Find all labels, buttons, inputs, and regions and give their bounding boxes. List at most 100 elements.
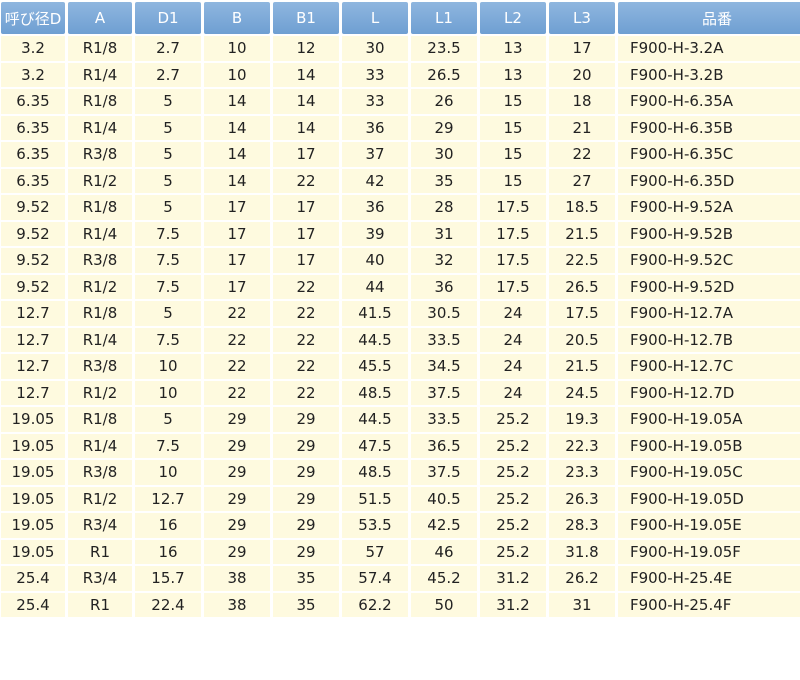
- cell-b: 14: [204, 89, 270, 114]
- cell-l: 44.5: [342, 407, 408, 432]
- cell-nominal-d: 12.7: [1, 327, 65, 352]
- cell-l1: 32: [411, 248, 477, 273]
- cell-nominal-d: 6.35: [1, 168, 65, 193]
- cell-l: 33: [342, 89, 408, 114]
- cell-b: 10: [204, 62, 270, 87]
- cell-a: R1/8: [68, 301, 132, 326]
- cell-l2: 13: [480, 36, 546, 61]
- spec-table: 呼び径D A D1 B B1 L L1 L2 L3 品番 3.2 R1/8 2.7 10 12 30 23.5…: [0, 0, 800, 619]
- cell-part-number: F900-H-25.4E: [618, 566, 800, 591]
- cell-b: 22: [204, 327, 270, 352]
- cell-l1: 30.5: [411, 301, 477, 326]
- header-l: L: [342, 2, 408, 34]
- cell-l2: 17.5: [480, 248, 546, 273]
- cell-l3: 27: [549, 168, 615, 193]
- cell-l: 57.4: [342, 566, 408, 591]
- table-row: 6.35 R1/4 5 14 14 36 29 15 21 F900-H-6.35B: [1, 115, 800, 140]
- cell-nominal-d: 6.35: [1, 89, 65, 114]
- cell-l2: 17.5: [480, 274, 546, 299]
- cell-l1: 45.2: [411, 566, 477, 591]
- cell-l2: 17.5: [480, 221, 546, 246]
- cell-b: 17: [204, 195, 270, 220]
- header-a: A: [68, 2, 132, 34]
- cell-b: 17: [204, 248, 270, 273]
- cell-d1: 5: [135, 89, 201, 114]
- cell-part-number: F900-H-19.05F: [618, 539, 800, 564]
- cell-b1: 17: [273, 142, 339, 167]
- cell-d1: 7.5: [135, 248, 201, 273]
- cell-b: 14: [204, 168, 270, 193]
- cell-a: R1/2: [68, 168, 132, 193]
- cell-nominal-d: 12.7: [1, 301, 65, 326]
- cell-d1: 5: [135, 195, 201, 220]
- cell-part-number: F900-H-25.4F: [618, 592, 800, 617]
- cell-b: 22: [204, 380, 270, 405]
- cell-b1: 14: [273, 115, 339, 140]
- cell-nominal-d: 25.4: [1, 566, 65, 591]
- cell-part-number: F900-H-19.05E: [618, 513, 800, 538]
- cell-l1: 26.5: [411, 62, 477, 87]
- cell-a: R1/2: [68, 274, 132, 299]
- cell-l2: 25.2: [480, 407, 546, 432]
- cell-l2: 15: [480, 89, 546, 114]
- cell-l: 41.5: [342, 301, 408, 326]
- cell-b: 29: [204, 460, 270, 485]
- header-nominal-d: 呼び径D: [1, 2, 65, 34]
- cell-b1: 35: [273, 592, 339, 617]
- cell-a: R1/4: [68, 115, 132, 140]
- cell-l1: 23.5: [411, 36, 477, 61]
- cell-a: R3/4: [68, 513, 132, 538]
- cell-b: 29: [204, 486, 270, 511]
- cell-d1: 12.7: [135, 486, 201, 511]
- cell-l1: 46: [411, 539, 477, 564]
- cell-part-number: F900-H-12.7C: [618, 354, 800, 379]
- cell-nominal-d: 19.05: [1, 433, 65, 458]
- cell-l3: 24.5: [549, 380, 615, 405]
- table-row: 12.7 R1/4 7.5 22 22 44.5 33.5 24 20.5 F900-H-12.7…: [1, 327, 800, 352]
- cell-l3: 22: [549, 142, 615, 167]
- cell-b1: 29: [273, 433, 339, 458]
- header-b: B: [204, 2, 270, 34]
- table-row: 3.2 R1/8 2.7 10 12 30 23.5 13 17 F900-H-3.2A: [1, 36, 800, 61]
- cell-l1: 37.5: [411, 460, 477, 485]
- cell-b1: 14: [273, 62, 339, 87]
- cell-d1: 5: [135, 301, 201, 326]
- cell-l: 53.5: [342, 513, 408, 538]
- cell-b1: 22: [273, 354, 339, 379]
- cell-nominal-d: 9.52: [1, 221, 65, 246]
- cell-l3: 21.5: [549, 354, 615, 379]
- cell-b: 29: [204, 433, 270, 458]
- cell-l3: 21: [549, 115, 615, 140]
- cell-l2: 15: [480, 168, 546, 193]
- table-row: 6.35 R3/8 5 14 17 37 30 15 22 F900-H-6.35C: [1, 142, 800, 167]
- cell-part-number: F900-H-9.52A: [618, 195, 800, 220]
- cell-d1: 5: [135, 168, 201, 193]
- cell-b1: 29: [273, 407, 339, 432]
- cell-b1: 17: [273, 195, 339, 220]
- cell-d1: 2.7: [135, 36, 201, 61]
- cell-part-number: F900-H-9.52B: [618, 221, 800, 246]
- cell-nominal-d: 19.05: [1, 513, 65, 538]
- cell-b: 38: [204, 566, 270, 591]
- table-row: 9.52 R3/8 7.5 17 17 40 32 17.5 22.5 F900-H-9.52C: [1, 248, 800, 273]
- cell-b: 29: [204, 539, 270, 564]
- cell-l1: 50: [411, 592, 477, 617]
- cell-l3: 18.5: [549, 195, 615, 220]
- cell-l3: 28.3: [549, 513, 615, 538]
- cell-d1: 16: [135, 539, 201, 564]
- cell-l: 33: [342, 62, 408, 87]
- table-row: 19.05 R1/8 5 29 29 44.5 33.5 25.2 19.3 F900-H-19.…: [1, 407, 800, 432]
- cell-l2: 31.2: [480, 566, 546, 591]
- cell-d1: 10: [135, 460, 201, 485]
- cell-nominal-d: 19.05: [1, 407, 65, 432]
- cell-d1: 10: [135, 380, 201, 405]
- cell-a: R3/8: [68, 354, 132, 379]
- cell-b: 29: [204, 513, 270, 538]
- cell-l1: 35: [411, 168, 477, 193]
- table-row: 12.7 R1/8 5 22 22 41.5 30.5 24 17.5 F900-H-12.7A: [1, 301, 800, 326]
- cell-part-number: F900-H-6.35B: [618, 115, 800, 140]
- table-row: 9.52 R1/8 5 17 17 36 28 17.5 18.5 F900-H-9.52A: [1, 195, 800, 220]
- cell-l2: 24: [480, 301, 546, 326]
- cell-d1: 7.5: [135, 327, 201, 352]
- cell-b1: 22: [273, 380, 339, 405]
